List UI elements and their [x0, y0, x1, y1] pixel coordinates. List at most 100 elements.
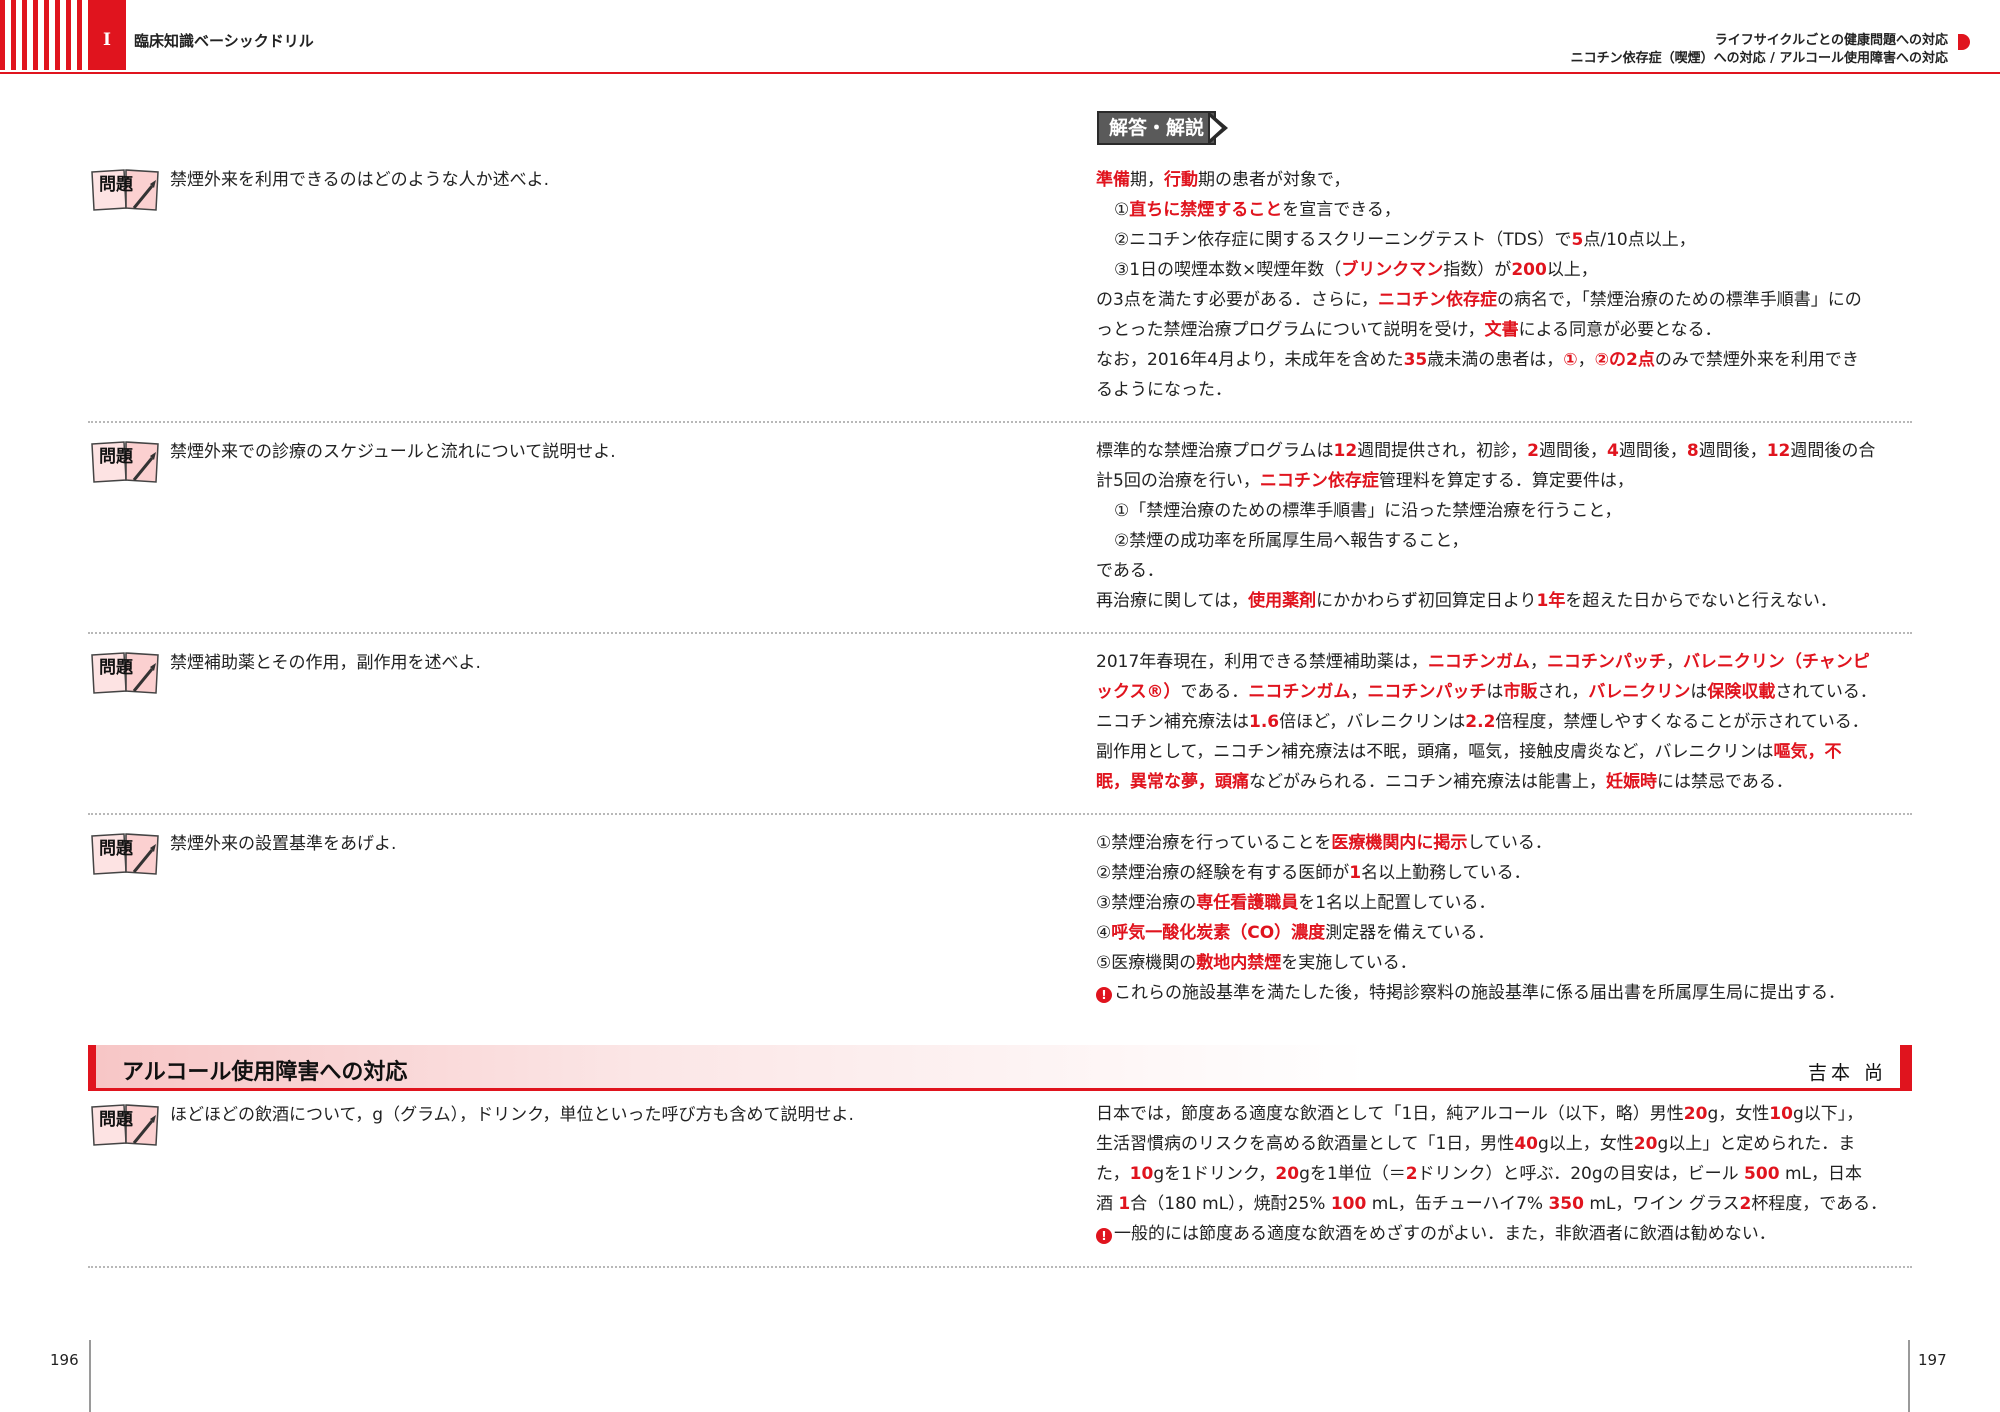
answer-keyword: ニコチンガム: [1248, 682, 1351, 702]
answer-keyword: 5: [1571, 230, 1584, 250]
answer-text: 日本では，節度ある適度な飲酒として「1日，純アルコール（以下，略）男性: [1096, 1104, 1684, 1124]
answer-text: っとった禁煙治療プログラムについて説明を受け，: [1096, 320, 1485, 340]
page-number-right: 197: [1918, 1351, 1947, 1369]
answer-text: を超えた日からでないと行えない．: [1565, 591, 1837, 611]
answer-text: 再治療に関しては，: [1096, 591, 1249, 611]
answer-keyword: 呼気一酸化炭素（CO）濃度: [1111, 923, 1326, 943]
question-icon-label: 問題: [99, 1110, 134, 1130]
answer-text: mL，日本: [1779, 1164, 1862, 1184]
divider: [88, 632, 1912, 634]
answer-keyword: 12: [1766, 441, 1791, 461]
warning-icon: !: [1096, 1228, 1112, 1244]
answer-text: ，: [1577, 350, 1595, 370]
answer-line: ニコチン補充療法は1.6倍ほど，バレニクリンは2.2倍程度，禁煙しやすくなること…: [1096, 707, 1914, 737]
answer-text: である．: [1180, 682, 1249, 702]
answer-line: 酒 1合（180 mL），焼酎25% 100 mL，缶チューハイ7% 350 m…: [1096, 1189, 1914, 1219]
answer-text: g，女性: [1707, 1104, 1770, 1124]
question-book-icon: 問題: [91, 169, 159, 211]
section-author: 吉本 尚: [1808, 1062, 1888, 1084]
answer-line: 生活習慣病のリスクを高める飲酒量として「1日，男性40g以上，女性20g以上」と…: [1096, 1129, 1914, 1159]
answer-text: 計5回の治療を行い，: [1096, 471, 1260, 491]
answer-text: である．: [1096, 561, 1164, 581]
answer-text: 点/10点以上，: [1583, 230, 1696, 250]
divider: [88, 1266, 1912, 1268]
answer-keyword: 350: [1548, 1194, 1584, 1214]
question-icon-label: 問題: [99, 175, 134, 195]
question-text: 禁煙補助薬とその作用，副作用を述べよ.: [170, 653, 481, 673]
answer-text: を1名以上配置している．: [1298, 893, 1496, 913]
answer-text: 週間後，: [1539, 441, 1608, 461]
answer-keyword: 眠，異常な夢，頭痛: [1096, 772, 1249, 792]
question-text: ほどほどの飲酒について，g（グラム），ドリンク，単位といった呼び方も含めて説明せ…: [170, 1105, 854, 1125]
answer-text: ，: [1350, 682, 1368, 702]
question-book-icon: 問題: [91, 652, 159, 694]
answer-text: た，: [1096, 1164, 1130, 1184]
answer-keyword: 2: [1527, 441, 1540, 461]
answer-text: は: [1690, 682, 1708, 702]
answer-keyword: 保険収載: [1707, 682, 1776, 702]
answer-line: の3点を満たす必要がある．さらに，ニコチン依存症の病名で，「禁煙治療のための標準…: [1096, 285, 1914, 315]
answer-text: 杯程度，である．: [1751, 1194, 1888, 1214]
answer-text: ニコチン補充療法は: [1096, 712, 1249, 732]
answer-keyword: 市販: [1503, 682, 1538, 702]
answer-text: るようになった．: [1096, 380, 1232, 400]
answer-text: 測定器を備えている．: [1325, 923, 1495, 943]
answer-text: を宣言できる，: [1282, 200, 1401, 220]
answer-line: 標準的な禁煙治療プログラムは12週間提供され，初診，2週間後，4週間後，8週間後…: [1096, 436, 1914, 466]
answer-line: 副作用として，ニコチン補充療法は不眠，頭痛，嘔気，接触皮膚炎など，バレニクリンは…: [1096, 737, 1914, 767]
answer-text: mL，缶チューハイ7%: [1366, 1194, 1549, 1214]
answer-line: 2017年春現在，利用できる禁煙補助薬は，ニコチンガム，ニコチンパッチ，バレニク…: [1096, 647, 1914, 677]
question-icon-label: 問題: [99, 658, 134, 678]
answer-block: ①禁煙治療を行っていることを医療機関内に掲示している． ②禁煙治療の経験を有する医…: [1096, 828, 1914, 1008]
section-banner-endcap: [1900, 1045, 1912, 1091]
answer-text: 標準的な禁煙治療プログラムは: [1096, 441, 1334, 461]
answer-keyword: ックス®）: [1096, 682, 1181, 702]
page-number-left: 196: [50, 1351, 79, 1369]
answer-keyword: 100: [1330, 1194, 1367, 1214]
answer-text: 週間後の合: [1790, 441, 1876, 461]
answer-line: ックス®）である．ニコチンガム，ニコチンパッチは市販され，バレニクリンは保険収載…: [1096, 677, 1914, 707]
running-header-line1: ライフサイクルごとの健康問題への対応: [1714, 33, 1948, 48]
answer-text: などがみられる．ニコチン補充療法は能書上，: [1249, 772, 1606, 792]
question-book-icon: 問題: [91, 833, 159, 875]
answer-keyword: 直ちに禁煙すること: [1129, 200, 1283, 220]
answer-keyword: 嘔気，不: [1773, 742, 1842, 762]
answer-keyword: 200: [1511, 260, 1547, 280]
answer-text: にかかわらず初回算定日より: [1316, 591, 1537, 611]
answer-text: 生活習慣病のリスクを高める飲酒量として「1日，男性: [1096, 1134, 1515, 1154]
answer-text: gを1ドリンク，: [1153, 1164, 1276, 1184]
answer-line: 計5回の治療を行い，ニコチン依存症管理料を算定する．算定要件は，: [1096, 466, 1914, 496]
answer-keyword: 4: [1607, 441, 1619, 461]
answer-line: た，10gを1ドリンク，20gを1単位（＝2ドリンク）と呼ぶ．20gの目安は，ビ…: [1096, 1159, 1914, 1189]
answer-keyword: 1年: [1536, 591, 1566, 611]
answer-text: のみで禁煙外来を利用でき: [1654, 350, 1859, 370]
header-stripes: [0, 0, 88, 70]
divider: [88, 813, 1912, 815]
answer-text: g以上」と定められた．ま: [1657, 1134, 1856, 1154]
answer-line: っとった禁煙治療プログラムについて説明を受け，文書による同意が必要となる．: [1096, 315, 1914, 345]
answer-text: を実施している．: [1281, 953, 1417, 973]
answer-text: ，: [1529, 652, 1547, 672]
answer-text: 期の患者が対象で，: [1198, 170, 1351, 190]
answer-line: ②ニコチン依存症に関するスクリーニングテスト（TDS）で5点/10点以上，: [1096, 225, 1914, 255]
margin-rule-right: [1908, 1340, 1910, 1412]
question-text: 禁煙外来での診療のスケジュールと流れについて説明せよ.: [170, 442, 616, 462]
answer-text: 管理料を算定する．算定要件は，: [1378, 471, 1634, 491]
answer-text: なお，2016年4月より，未成年を含めた: [1096, 350, 1404, 370]
answer-keyword: 行動: [1164, 170, 1198, 190]
answer-keyword: 12: [1333, 441, 1358, 461]
running-header: ライフサイクルごとの健康問題への対応 ニコチン依存症（喫煙）への対応 / アルコ…: [1571, 32, 1948, 68]
answer-keyword: ニコチン依存症: [1377, 290, 1497, 310]
chapter-roman-badge: I: [88, 0, 126, 70]
answer-text: の3点を満たす必要がある．さらに，: [1096, 290, 1378, 310]
answer-text: している．: [1467, 833, 1552, 853]
answer-text: 週間後，: [1618, 441, 1687, 461]
answer-text: g以上，女性: [1537, 1134, 1634, 1154]
answer-text: ，: [1665, 652, 1683, 672]
answer-text: ②禁煙の成功率を所属厚生局へ報告すること，: [1114, 531, 1469, 551]
answer-text: 指数）が: [1443, 260, 1512, 280]
answer-keyword: 使用薬剤: [1248, 591, 1317, 611]
answer-keyword: バレニクリン: [1588, 682, 1691, 702]
margin-rule-left: [89, 1340, 91, 1412]
answer-line: である．: [1096, 556, 1914, 586]
